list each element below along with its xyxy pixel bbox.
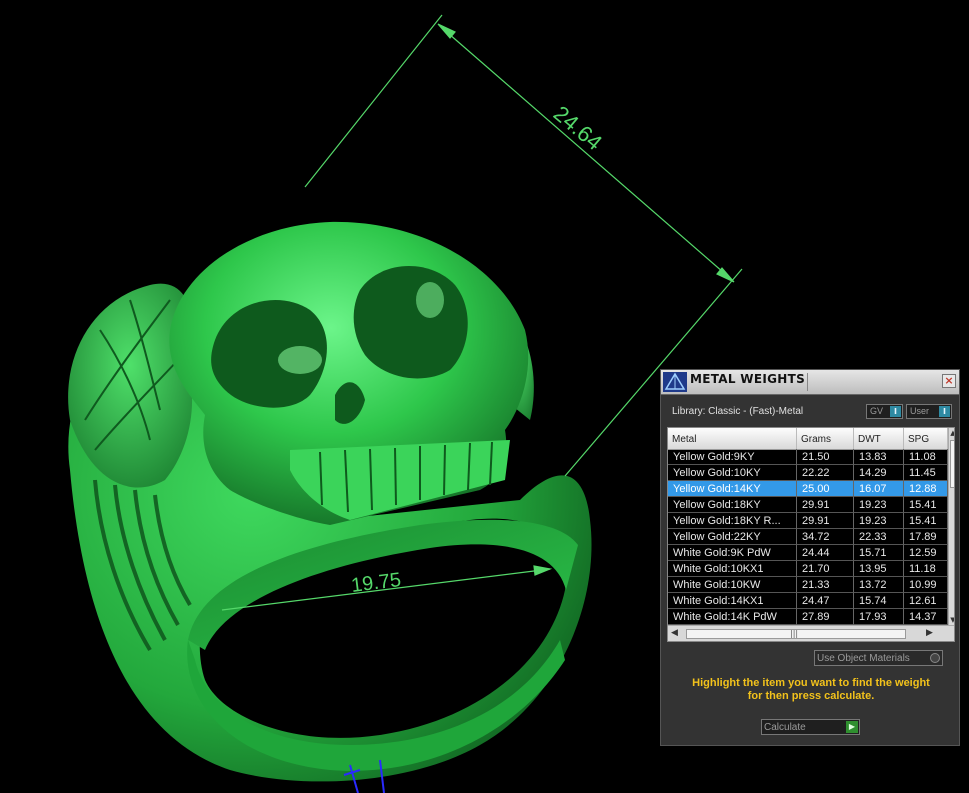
scroll-down-icon[interactable]: ▼ [949,615,954,625]
cell-dwt: 13.95 [854,561,904,577]
metal-weights-panel: METAL WEIGHTS × Library: Classic - (Fast… [660,369,960,746]
dropdown-arrow-icon: I [890,406,901,417]
cell-metal: White Gold:10KX1 [668,561,797,577]
scroll-up-icon[interactable]: ▲ [949,428,954,438]
cell-spg: 15.41 [904,513,948,529]
cell-spg: 11.18 [904,561,948,577]
cell-dwt: 17.93 [854,609,904,625]
cell-dwt: 13.72 [854,577,904,593]
cell-grams: 21.50 [797,449,854,465]
instruction-text: Highlight the item you want to find the … [671,677,951,703]
table-row[interactable]: White Gold:10KX1 21.70 13.95 11.18 [668,561,948,577]
horizontal-scrollbar[interactable]: ◀ ||| ▶ [668,625,954,641]
cell-spg: 12.88 [904,481,948,497]
table-header: Metal Grams DWT SPG [668,428,948,450]
instruction-line-2: for then press calculate. [747,690,875,702]
cell-grams: 22.22 [797,465,854,481]
cell-dwt: 14.29 [854,465,904,481]
cell-dwt: 15.74 [854,593,904,609]
grip-icon: ||| [790,629,799,638]
table-row[interactable]: Yellow Gold:22KY 34.72 22.33 17.89 [668,529,948,545]
cell-metal: White Gold:14K PdW [668,609,797,625]
scrollbar-thumb[interactable] [950,440,954,488]
calculate-button[interactable]: Calculate ▶ [761,719,860,735]
cell-grams: 21.33 [797,577,854,593]
cell-metal: White Gold:9K PdW [668,545,797,561]
calculate-label: Calculate [764,722,806,733]
cell-grams: 24.47 [797,593,854,609]
column-header-metal[interactable]: Metal [668,428,797,449]
radio-icon[interactable] [930,653,940,663]
cell-spg: 10.99 [904,577,948,593]
cell-spg: 11.08 [904,449,948,465]
cell-spg: 15.41 [904,497,948,513]
cell-spg: 12.59 [904,545,948,561]
cell-grams: 29.91 [797,513,854,529]
cell-metal: Yellow Gold:10KY [668,465,797,481]
cell-metal: Yellow Gold:18KY [668,497,797,513]
cell-grams: 24.44 [797,545,854,561]
cell-dwt: 16.07 [854,481,904,497]
cell-metal: White Gold:10KW [668,577,797,593]
cell-spg: 17.89 [904,529,948,545]
column-header-grams[interactable]: Grams [797,428,854,449]
cell-metal: Yellow Gold:14KY [668,481,797,497]
table-row[interactable]: White Gold:10KW 21.33 13.72 10.99 [668,577,948,593]
scrollbar-thumb[interactable]: ||| [686,629,906,639]
cell-dwt: 19.23 [854,513,904,529]
panel-title: METAL WEIGHTS [690,372,806,386]
gv-dropdown-label: GV [870,406,884,416]
panel-titlebar[interactable]: METAL WEIGHTS × [661,370,959,395]
table-row[interactable]: White Gold:9K PdW 24.44 15.71 12.59 [668,545,948,561]
play-arrow-icon: ▶ [846,721,858,733]
cell-grams: 27.89 [797,609,854,625]
close-button[interactable]: × [942,374,956,388]
cell-grams: 34.72 [797,529,854,545]
cell-grams: 25.00 [797,481,854,497]
gv-dropdown[interactable]: GV I [866,404,903,419]
cell-spg: 12.61 [904,593,948,609]
metal-table: Metal Grams DWT SPG Yellow Gold:9KY 21.50… [667,427,955,642]
cell-metal: Yellow Gold:18KY R... [668,513,797,529]
instruction-line-1: Highlight the item you want to find the … [692,677,930,689]
user-dropdown-label: User [910,406,930,416]
cell-dwt: 15.71 [854,545,904,561]
title-separator [807,373,808,391]
table-body: Yellow Gold:9KY 21.50 13.83 11.08 Yellow Gol… [668,449,948,625]
table-row[interactable]: Yellow Gold:18KY 29.91 19.23 15.41 [668,497,948,513]
table-row[interactable]: Yellow Gold:18KY R... 29.91 19.23 15.41 [668,513,948,529]
table-row[interactable]: Yellow Gold:14KY 25.00 16.07 12.88 [668,481,948,497]
table-row[interactable]: Yellow Gold:10KY 22.22 14.29 11.45 [668,465,948,481]
cell-metal: White Gold:14KX1 [668,593,797,609]
table-row[interactable]: White Gold:14KX1 24.47 15.74 12.61 [668,593,948,609]
cell-metal: Yellow Gold:22KY [668,529,797,545]
vertical-scrollbar[interactable]: ▲ ▼ [948,428,954,625]
cell-dwt: 13.83 [854,449,904,465]
library-label: Library: Classic - (Fast)-Metal [672,406,804,417]
table-row[interactable]: White Gold:14K PdW 27.89 17.93 14.37 [668,609,948,625]
column-header-spg[interactable]: SPG [904,428,948,449]
cell-grams: 21.70 [797,561,854,577]
gem-logo-icon [663,372,687,392]
cell-grams: 29.91 [797,497,854,513]
cell-metal: Yellow Gold:9KY [668,449,797,465]
cell-dwt: 19.23 [854,497,904,513]
table-row[interactable]: Yellow Gold:9KY 21.50 13.83 11.08 [668,449,948,465]
use-object-materials-option[interactable]: Use Object Materials [814,650,943,666]
user-dropdown[interactable]: User I [906,404,952,419]
cell-spg: 11.45 [904,465,948,481]
ring-model [68,221,592,782]
scroll-left-icon[interactable]: ◀ [671,628,678,638]
use-object-materials-label: Use Object Materials [817,653,910,664]
cell-dwt: 22.33 [854,529,904,545]
dropdown-arrow-icon: I [939,406,950,417]
column-header-dwt[interactable]: DWT [854,428,904,449]
scroll-right-icon[interactable]: ▶ [926,628,933,638]
cell-spg: 14.37 [904,609,948,625]
